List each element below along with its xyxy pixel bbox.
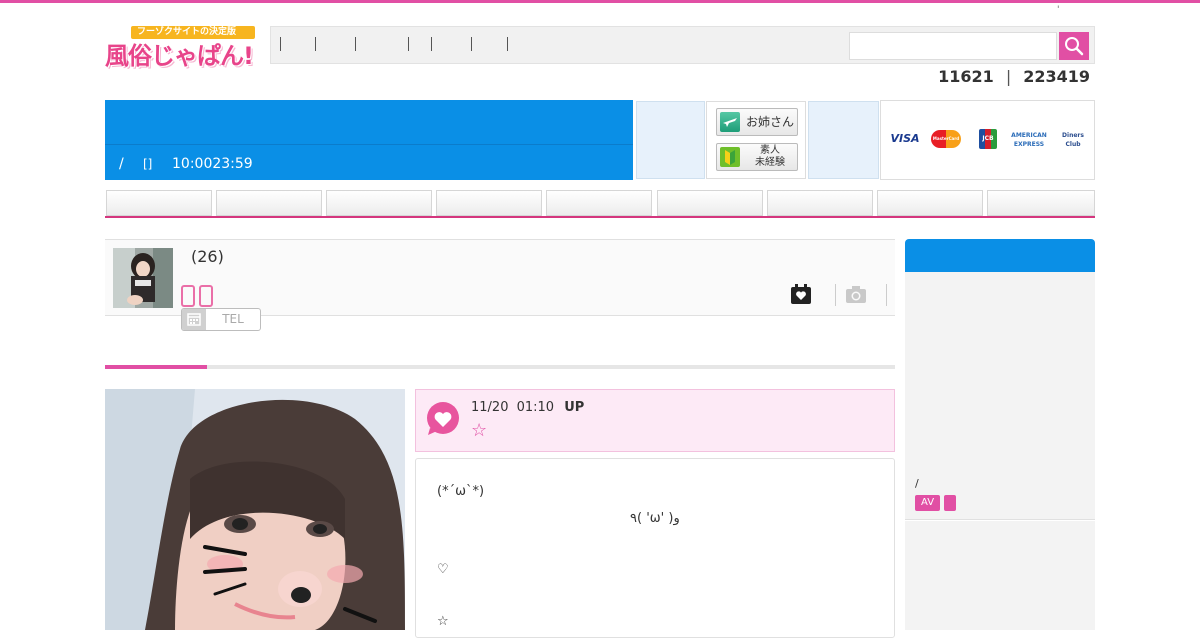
logo-title: 風俗じゃぱん!	[105, 42, 254, 70]
nav-separator	[431, 37, 432, 51]
calendar-icon	[182, 309, 206, 330]
nav-separator	[471, 37, 472, 51]
payment-cards: VISA MasterCard JCB AMERICAN EXPRESS Din…	[880, 100, 1095, 180]
tab-track	[105, 365, 895, 369]
girl-age: (26)	[191, 247, 224, 266]
sidebar-badge[interactable]	[944, 495, 956, 511]
diners-card-icon: Diners Club	[1062, 132, 1084, 148]
tab-active-indicator[interactable]	[105, 365, 207, 369]
post-body: (*´ω`*) ٩( 'ω' )و ♡ ☆	[415, 458, 895, 638]
site-counts: 11621 | 223419	[938, 67, 1090, 86]
post-title: ☆	[471, 420, 488, 441]
shirouto-button[interactable]: 素人 未経験	[716, 143, 798, 171]
shop-banner: / [] 10:0023:59	[105, 100, 633, 180]
menu-item-9[interactable]	[987, 190, 1095, 216]
feature-tag	[181, 285, 195, 307]
girl-avatar[interactable]	[113, 248, 173, 308]
banner-brackets: []	[143, 157, 153, 171]
search-icon	[1065, 37, 1084, 56]
icon-separator	[886, 284, 887, 306]
beginner-mark-icon	[720, 147, 740, 167]
menu-item-1[interactable]	[106, 190, 212, 216]
post-up-label: UP	[564, 400, 585, 415]
schedule-heart-icon[interactable]	[790, 283, 812, 305]
nav-separator	[355, 37, 356, 51]
menu-item-6[interactable]	[657, 190, 763, 216]
menu-item-7[interactable]	[767, 190, 873, 216]
menu-underline	[105, 216, 1095, 218]
jcb-card-icon: JCB	[979, 129, 997, 149]
main-menu	[105, 190, 1095, 216]
feature-tag	[199, 285, 213, 307]
shirouto-label-line2: 未経験	[755, 157, 785, 168]
search-input[interactable]	[849, 32, 1057, 60]
banner-divider	[105, 144, 633, 145]
menu-item-8[interactable]	[877, 190, 983, 216]
airplane-icon	[720, 112, 740, 132]
nav-separator	[507, 37, 508, 51]
post-datetime: 11/20 01:10 UP	[471, 400, 584, 415]
sidebar-panel-lower	[905, 521, 1095, 630]
banner-slash: /	[119, 156, 124, 172]
post-time: 01:10	[516, 400, 555, 415]
heart-bubble-icon	[426, 402, 460, 436]
menu-item-4[interactable]	[436, 190, 542, 216]
menu-item-2[interactable]	[216, 190, 322, 216]
count-a: 11621	[938, 67, 994, 86]
header-nav	[270, 26, 1095, 64]
top-accent-bar	[0, 0, 1200, 3]
sidebar-panel: / AV	[905, 272, 1095, 520]
menu-item-5[interactable]	[546, 190, 652, 216]
girl-profile-bar: (26)	[105, 239, 895, 316]
search-button[interactable]	[1059, 32, 1089, 60]
post-line: ٩( 'ω' )و	[630, 511, 680, 526]
sidebar-header	[905, 239, 1095, 272]
site-logo[interactable]: フーゾクサイトの決定版 風俗じゃぱん!	[105, 26, 255, 70]
business-hours: 10:0023:59	[172, 156, 253, 172]
amex-card-icon: AMERICAN EXPRESS	[1011, 132, 1047, 148]
camera-icon[interactable]	[845, 283, 867, 305]
menu-item-3[interactable]	[326, 190, 432, 216]
post-date: 11/20	[471, 400, 509, 415]
onesan-button[interactable]: お姉さん	[716, 108, 798, 136]
post-line: ☆	[437, 614, 449, 629]
count-separator: |	[1005, 67, 1012, 86]
tel-label: TEL	[222, 312, 244, 326]
promo-panel-right	[808, 101, 879, 179]
nav-separator	[315, 37, 316, 51]
nav-separator	[280, 37, 281, 51]
nav-separator	[408, 37, 409, 51]
visa-card-icon: VISA	[890, 132, 920, 145]
tel-button[interactable]: TEL	[181, 308, 261, 331]
icon-separator	[835, 284, 836, 306]
mastercard-icon: MasterCard	[931, 130, 961, 148]
diary-photo[interactable]	[105, 389, 405, 630]
count-b: 223419	[1023, 67, 1090, 86]
category-buttons: お姉さん 素人 未経験	[706, 101, 806, 179]
onesan-label: お姉さん	[745, 115, 794, 129]
promo-panel-left	[636, 101, 705, 179]
top-mark: '	[1057, 5, 1060, 15]
post-line: (*´ω`*)	[437, 484, 485, 499]
post-header: 11/20 01:10 UP ☆	[415, 389, 895, 452]
sidebar-slash: /	[915, 477, 919, 490]
av-badge[interactable]: AV	[915, 495, 941, 511]
post-line: ♡	[437, 562, 449, 577]
shirouto-label-line1: 素人	[760, 145, 780, 156]
shirouto-label: 素人 未経験	[743, 145, 797, 169]
